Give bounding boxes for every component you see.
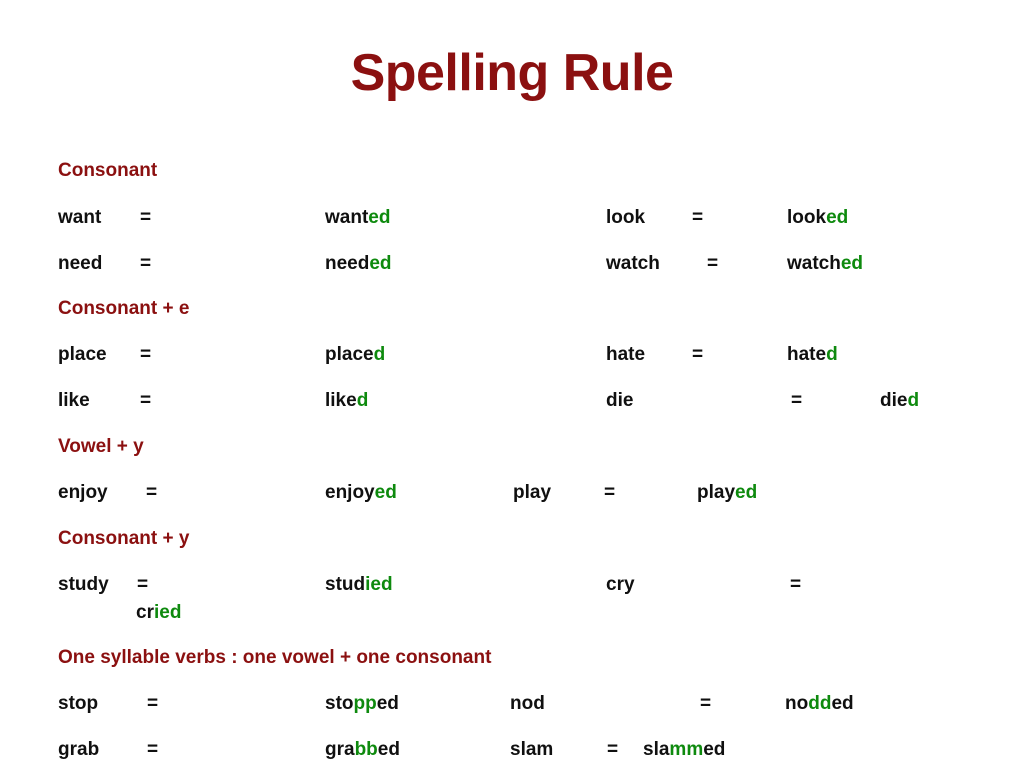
result-suffix: d (826, 344, 838, 365)
result-doubled-consonant: dd (808, 693, 832, 714)
result-stem: enjoy (325, 482, 375, 503)
result-stem: need (325, 253, 370, 274)
result-doubled-consonant: bb (354, 739, 378, 760)
base-word: look (606, 207, 646, 228)
equals-sign: = (140, 390, 152, 411)
result-word: slammed (643, 740, 725, 759)
result-tail: ed (376, 693, 399, 714)
result-word: enjoyed (325, 483, 397, 502)
result-stem: watch (787, 253, 841, 274)
section-heading-consonant-plus-y: Consonant + y (58, 528, 190, 549)
slide-canvas: Spelling Rule Consonant want = wanted lo… (0, 0, 1024, 768)
result-stem: cr (136, 602, 154, 623)
result-stem: sla (643, 739, 670, 760)
base-word: hate (606, 344, 646, 365)
base-word: study (58, 574, 109, 595)
result-suffix: d (907, 390, 920, 411)
base-word: nod (510, 693, 545, 714)
result-word: nodded (785, 694, 854, 713)
equals-sign: = (790, 574, 802, 595)
base-word: slam (510, 739, 554, 760)
equals-sign: = (137, 574, 149, 595)
result-suffix: ed (374, 482, 397, 503)
result-tail: ed (377, 739, 400, 760)
section-heading-consonant-plus-e: Consonant + e (58, 298, 190, 319)
result-stem: stud (325, 574, 366, 595)
equals-sign: = (692, 344, 704, 365)
equals-sign: = (146, 482, 158, 503)
result-stem: hate (787, 344, 827, 365)
equals-sign: = (147, 739, 159, 760)
base-word: need (58, 253, 103, 274)
base-word: grab (58, 739, 100, 760)
result-word: studied (325, 575, 393, 594)
result-word-wrapped: cried (136, 603, 181, 622)
equals-sign: = (791, 390, 803, 411)
result-tail: ed (703, 739, 726, 760)
result-stem: look (787, 207, 827, 228)
result-word: liked (325, 391, 368, 410)
result-word: looked (787, 208, 848, 227)
result-word: grabbed (325, 740, 400, 759)
base-word: die (606, 390, 634, 411)
equals-sign: = (607, 739, 619, 760)
result-word: needed (325, 254, 392, 273)
section-heading-one-syllable-verbs: One syllable verbs : one vowel + one con… (58, 647, 492, 668)
result-suffix: ied (365, 574, 393, 595)
base-word: cry (606, 574, 635, 595)
result-stem: like (325, 390, 357, 411)
result-suffix: ed (369, 253, 392, 274)
result-word: placed (325, 345, 385, 364)
base-word: want (58, 207, 102, 228)
result-suffix: ed (840, 253, 864, 274)
equals-sign: = (692, 207, 704, 228)
page-title: Spelling Rule (350, 44, 674, 102)
base-word: stop (58, 693, 99, 714)
equals-sign: = (700, 693, 712, 714)
result-stem: want (325, 207, 369, 228)
result-suffix: d (373, 344, 386, 365)
result-stem: gra (325, 739, 355, 760)
result-word: played (697, 483, 757, 502)
equals-sign: = (147, 693, 159, 714)
result-suffix: d (356, 390, 369, 411)
equals-sign: = (140, 207, 152, 228)
base-word: like (58, 390, 90, 411)
result-stem: sto (325, 693, 354, 714)
base-word: watch (606, 253, 660, 274)
equals-sign: = (604, 482, 616, 503)
result-word: wanted (325, 208, 390, 227)
result-word: watched (787, 254, 863, 273)
equals-sign: = (140, 344, 152, 365)
result-word: died (880, 391, 919, 410)
base-word: place (58, 344, 107, 365)
result-stem: no (785, 693, 809, 714)
result-stem: place (325, 344, 374, 365)
section-heading-consonant: Consonant (58, 160, 158, 181)
result-suffix: ed (368, 207, 391, 228)
equals-sign: = (707, 253, 719, 274)
result-suffix: ed (735, 482, 758, 503)
equals-sign: = (140, 253, 152, 274)
result-doubled-consonant: pp (353, 693, 377, 714)
result-word: hated (787, 345, 838, 364)
base-word: play (513, 482, 552, 503)
result-suffix: ied (153, 602, 182, 623)
base-word: enjoy (58, 482, 108, 503)
result-stem: die (880, 390, 908, 411)
result-doubled-consonant: mm (669, 739, 704, 760)
section-heading-vowel-plus-y: Vowel + y (58, 436, 144, 457)
result-suffix: ed (826, 207, 849, 228)
result-stem: play (697, 482, 736, 503)
result-tail: ed (831, 693, 854, 714)
result-word: stopped (325, 694, 399, 713)
